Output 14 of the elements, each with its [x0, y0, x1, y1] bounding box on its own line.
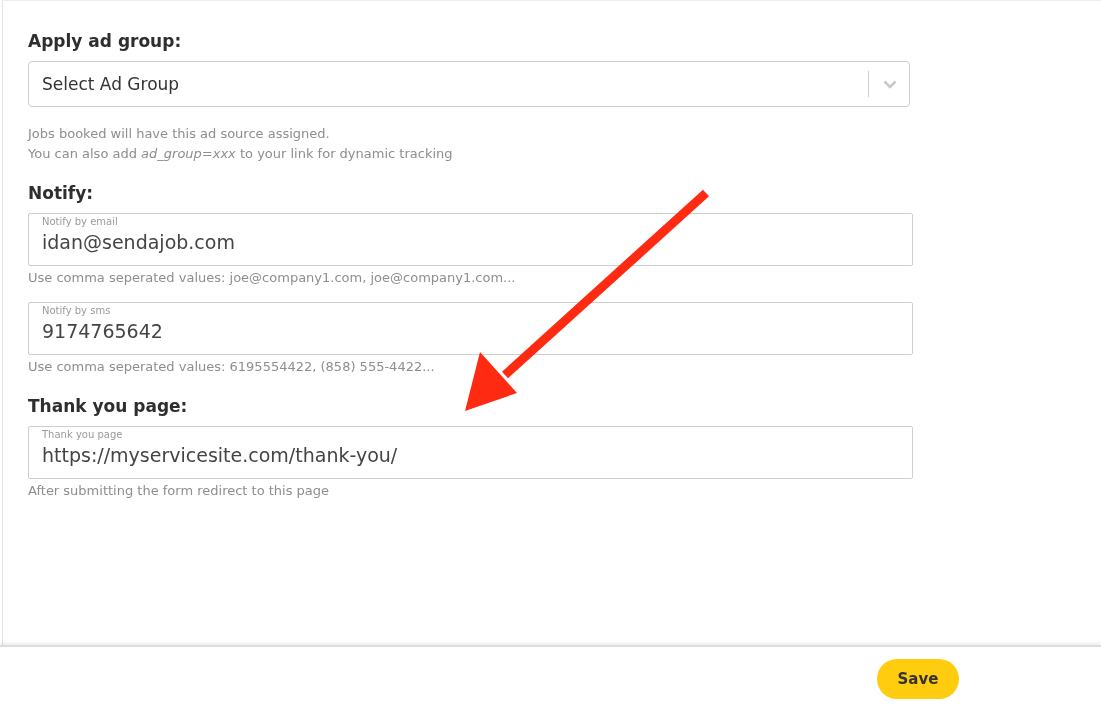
section-heading: Thank you page:	[28, 396, 189, 416]
url-field[interactable]: Thank you page https://myservicesite.com/thank-you/	[28, 426, 913, 479]
hint-text: Use comma seperated values: joe@company1.com, joe@company1.com...	[28, 269, 517, 287]
sms-field[interactable]: Notify by sms 9174765642	[28, 302, 913, 355]
ad-group-select[interactable]: Select Ad Group	[28, 61, 910, 107]
chevron-down-icon	[883, 79, 897, 89]
hint-text: After submitting the form redirect to this page	[28, 482, 331, 500]
email-field[interactable]: Notify by email idan@sendajob.com	[28, 213, 913, 266]
section-heading: Notify:	[28, 183, 95, 203]
section-heading: Apply ad group:	[28, 31, 183, 51]
hint-text: Jobs booked will have this ad source assigned.	[28, 125, 331, 143]
save-button[interactable]: Save	[877, 658, 959, 699]
hint-text: Use comma seperated values: 6195554422, (858) 555-4422...	[28, 358, 436, 376]
hint-text: You can also add ad_group=xxx to your link for dynamic tracking	[28, 145, 454, 163]
